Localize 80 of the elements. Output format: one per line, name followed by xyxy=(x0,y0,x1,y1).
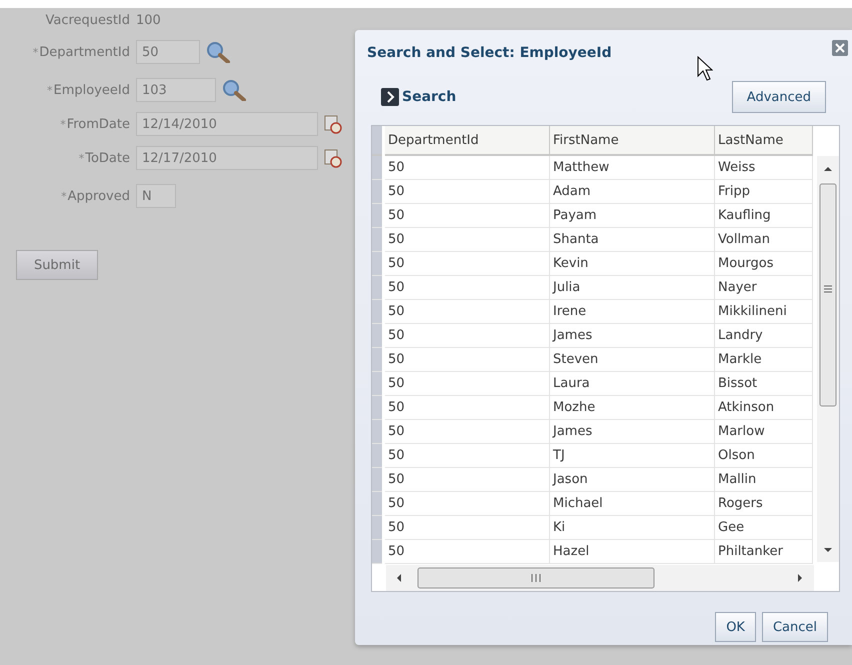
table-cell: TJ xyxy=(550,444,714,468)
vertical-scrollbar[interactable] xyxy=(817,156,839,562)
table-cell: James xyxy=(550,420,714,444)
mouse-pointer-icon xyxy=(697,56,713,82)
table-cell: 50 xyxy=(384,180,550,204)
table-cell: Payam xyxy=(550,204,714,228)
table-cell: Rogers xyxy=(714,492,812,516)
table-cell: 50 xyxy=(384,420,550,444)
field-label: EmployeeId xyxy=(54,82,130,100)
table-cell: 50 xyxy=(384,276,550,300)
table-cell: Gee xyxy=(714,516,812,540)
table-cell: Hazel xyxy=(550,540,714,564)
table-cell: 50 xyxy=(384,492,550,516)
table-cell: Michael xyxy=(550,492,714,516)
required-mark: * xyxy=(32,46,38,58)
field-label: FromDate xyxy=(66,116,130,134)
field-label: ToDate xyxy=(85,150,130,168)
calendar-icon[interactable] xyxy=(324,114,342,134)
table-cell: Markle xyxy=(714,348,812,372)
dialog-title: Search and Select: EmployeeId xyxy=(367,45,612,61)
field-value: 100 xyxy=(136,12,161,28)
table-cell: Vollman xyxy=(714,228,812,252)
field-label: Approved xyxy=(68,188,130,206)
field-label: DepartmentId xyxy=(39,44,130,62)
dialog-button[interactable]: Cancel xyxy=(762,612,828,642)
table-cell: 50 xyxy=(384,372,550,396)
table-cell: Mourgos xyxy=(714,252,812,276)
table-cell: 50 xyxy=(384,396,550,420)
search-icon[interactable] xyxy=(206,41,230,63)
table-cell: Matthew xyxy=(550,155,714,180)
column-header[interactable]: DepartmentId xyxy=(384,126,550,155)
table-cell: Jason xyxy=(550,468,714,492)
advanced-button[interactable]: Advanced xyxy=(732,81,826,113)
column-header[interactable]: FirstName xyxy=(550,126,714,155)
table-cell: Shanta xyxy=(550,228,714,252)
table-cell: Ki xyxy=(550,516,714,540)
close-icon[interactable] xyxy=(832,40,848,56)
required-mark: * xyxy=(47,84,53,96)
table-cell: 50 xyxy=(384,468,550,492)
table-cell: Mallin xyxy=(714,468,812,492)
expand-icon[interactable] xyxy=(381,88,399,106)
table-cell: Marlow xyxy=(714,420,812,444)
required-mark: * xyxy=(60,118,66,130)
table-cell: Laura xyxy=(550,372,714,396)
table-cell: Adam xyxy=(550,180,714,204)
table-cell: 50 xyxy=(384,228,550,252)
table-cell: Steven xyxy=(550,348,714,372)
table-cell: Mikkilineni xyxy=(714,300,812,324)
table-cell: 50 xyxy=(384,252,550,276)
table-cell: Mozhe xyxy=(550,396,714,420)
table-cell: James xyxy=(550,324,714,348)
table-cell: 50 xyxy=(384,516,550,540)
table-cell: Kevin xyxy=(550,252,714,276)
required-mark: * xyxy=(78,152,84,164)
table-cell: Landry xyxy=(714,324,812,348)
table-cell: 50 xyxy=(384,324,550,348)
table-cell: Weiss xyxy=(714,155,812,180)
section-header[interactable]: Search xyxy=(402,89,456,105)
table-cell: Olson xyxy=(714,444,812,468)
calendar-icon[interactable] xyxy=(324,148,342,168)
table-cell: Bissot xyxy=(714,372,812,396)
table-cell: Philtanker xyxy=(714,540,812,564)
column-header[interactable]: LastName xyxy=(714,126,812,155)
table-cell: 50 xyxy=(384,540,550,564)
table-cell: 50 xyxy=(384,155,550,180)
field-label: VacrequestId xyxy=(46,12,130,30)
table-cell: Irene xyxy=(550,300,714,324)
horizontal-scrollbar[interactable] xyxy=(386,565,814,591)
table-cell: Nayer xyxy=(714,276,812,300)
table-cell: Fripp xyxy=(714,180,812,204)
table-cell: 50 xyxy=(384,300,550,324)
table-cell: 50 xyxy=(384,444,550,468)
table-cell: Julia xyxy=(550,276,714,300)
table-cell: 50 xyxy=(384,348,550,372)
dialog-button[interactable]: OK xyxy=(715,612,756,642)
table-cell: 50 xyxy=(384,204,550,228)
table-cell: Atkinson xyxy=(714,396,812,420)
search-icon[interactable] xyxy=(222,79,246,101)
required-mark: * xyxy=(61,190,67,202)
table-cell: Kaufling xyxy=(714,204,812,228)
